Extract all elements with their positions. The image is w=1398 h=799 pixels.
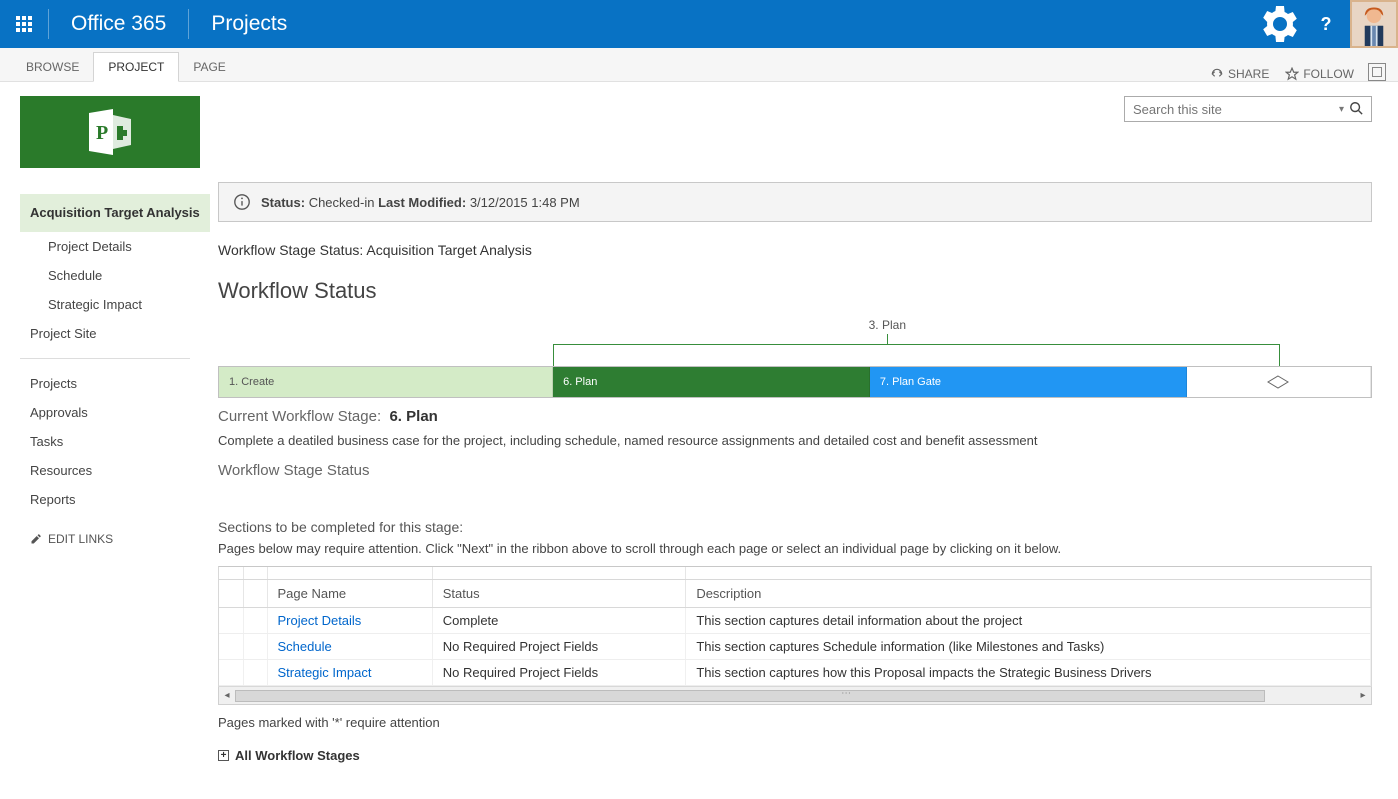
help-icon[interactable]: ? — [1302, 0, 1350, 48]
search-scope-dropdown-icon[interactable]: ▾ — [1339, 104, 1349, 115]
main-content: ▾ Status: Checked-in Last Modified: 3/12… — [210, 82, 1398, 799]
app-name-label[interactable]: Projects — [189, 12, 309, 36]
svg-text:P: P — [96, 122, 108, 144]
edit-links-button[interactable]: EDIT LINKS — [20, 526, 210, 552]
share-button[interactable]: SHARE — [1202, 67, 1277, 81]
brand-label[interactable]: Office 365 — [49, 12, 188, 36]
workflow-stage-plan-gate[interactable]: 7. Plan Gate — [870, 367, 1187, 397]
workflow-status-heading: Workflow Status — [218, 278, 1372, 304]
stage-description: Complete a deatiled business case for th… — [218, 433, 1372, 448]
status-bar: Status: Checked-in Last Modified: 3/12/2… — [218, 182, 1372, 222]
info-icon — [233, 193, 251, 211]
table-col-blank — [219, 580, 243, 608]
focus-content-icon[interactable] — [1368, 63, 1386, 81]
page-link-strategic-impact[interactable]: Strategic Impact — [278, 665, 372, 680]
sections-table: Page Name Status Description Project Det… — [219, 567, 1371, 686]
expand-icon: + — [218, 750, 229, 761]
table-row: Strategic Impact No Required Project Fie… — [219, 660, 1371, 686]
current-stage-value: 6. Plan — [389, 408, 437, 425]
search-input[interactable] — [1133, 102, 1339, 117]
page-link-project-details[interactable]: Project Details — [278, 613, 362, 628]
workflow-stage-create[interactable]: 1. Create — [219, 367, 553, 397]
nav-sub-project-details[interactable]: Project Details — [38, 232, 210, 261]
scroll-thumb[interactable] — [235, 690, 1265, 702]
workflow-stage-plan[interactable]: 6. Plan — [553, 367, 870, 397]
nav-current-project[interactable]: Acquisition Target Analysis — [20, 194, 210, 232]
left-column: P Acquisition Target Analysis Project De… — [0, 82, 210, 799]
sections-heading: Sections to be completed for this stage: — [218, 519, 1372, 535]
edit-links-label: EDIT LINKS — [48, 532, 113, 546]
nav-reports[interactable]: Reports — [20, 485, 210, 514]
row-desc: This section captures detail information… — [686, 608, 1371, 634]
search-icon[interactable] — [1349, 101, 1367, 118]
last-modified-label: Last Modified: — [378, 195, 466, 210]
follow-label: FOLLOW — [1303, 67, 1354, 81]
workflow-stage-status-line: Workflow Stage Status: Acquisition Targe… — [218, 242, 1372, 258]
page-link-schedule[interactable]: Schedule — [278, 639, 332, 654]
table-col-description[interactable]: Description — [686, 580, 1371, 608]
workflow-stage-next[interactable] — [1187, 367, 1371, 397]
table-row: Project Details Complete This section ca… — [219, 608, 1371, 634]
sections-footnote: Pages marked with '*' require attention — [218, 715, 1372, 730]
workflow-stages-row: 1. Create 6. Plan 7. Plan Gate — [218, 366, 1372, 398]
workflow-phase-label: 3. Plan — [869, 318, 906, 332]
diamond-icon — [1267, 375, 1289, 389]
status-label: Status: — [261, 195, 305, 210]
follow-button[interactable]: FOLLOW — [1277, 67, 1362, 81]
workflow-phase-stem — [887, 334, 888, 344]
site-logo-project[interactable]: P — [20, 96, 200, 168]
row-desc: This section captures how this Proposal … — [686, 660, 1371, 686]
row-status: Complete — [432, 608, 686, 634]
nav-sub-schedule[interactable]: Schedule — [38, 261, 210, 290]
nav-sub-strategic-impact[interactable]: Strategic Impact — [38, 290, 210, 319]
row-status: No Required Project Fields — [432, 634, 686, 660]
all-workflow-stages-toggle[interactable]: + All Workflow Stages — [218, 748, 1372, 763]
nav-project-site[interactable]: Project Site — [20, 319, 210, 348]
table-col-status[interactable]: Status — [432, 580, 686, 608]
quick-launch-nav: Acquisition Target Analysis Project Deta… — [20, 194, 210, 552]
scroll-left-icon[interactable]: ◂ — [219, 690, 235, 701]
scroll-right-icon[interactable]: ▸ — [1355, 690, 1371, 701]
table-col-blank — [243, 580, 267, 608]
row-desc: This section captures Schedule informati… — [686, 634, 1371, 660]
ribbon-tabs-row: BROWSE PROJECT PAGE SHARE FOLLOW — [0, 48, 1398, 82]
current-stage-line: Current Workflow Stage: 6. Plan — [218, 408, 1372, 425]
nav-divider — [20, 358, 190, 359]
app-launcher-icon[interactable] — [0, 0, 48, 48]
scroll-grip-icon: ⋯ — [841, 688, 851, 699]
horizontal-scrollbar[interactable]: ◂ ⋯ ▸ — [218, 687, 1372, 705]
nav-approvals[interactable]: Approvals — [20, 398, 210, 427]
sections-subtext: Pages below may require attention. Click… — [218, 541, 1372, 556]
status-value: Checked-in — [309, 195, 375, 210]
nav-tasks[interactable]: Tasks — [20, 427, 210, 456]
current-stage-label: Current Workflow Stage: — [218, 408, 381, 425]
table-col-page-name[interactable]: Page Name — [267, 580, 432, 608]
ribbon-tab-browse[interactable]: BROWSE — [12, 53, 93, 81]
all-workflow-stages-label: All Workflow Stages — [235, 748, 360, 763]
workflow-phase-band — [553, 344, 1280, 366]
sections-table-wrap: Page Name Status Description Project Det… — [218, 566, 1372, 687]
ribbon-tab-project[interactable]: PROJECT — [93, 52, 179, 82]
workflow-diagram: 3. Plan 1. Create 6. Plan 7. Plan Gate — [218, 318, 1372, 398]
suite-header: Office 365 Projects ? — [0, 0, 1398, 48]
user-avatar[interactable] — [1350, 0, 1398, 48]
workflow-stage-status-subheading: Workflow Stage Status — [218, 462, 1372, 479]
last-modified-value: 3/12/2015 1:48 PM — [470, 195, 580, 210]
table-row: Schedule No Required Project Fields This… — [219, 634, 1371, 660]
nav-resources[interactable]: Resources — [20, 456, 210, 485]
share-label: SHARE — [1228, 67, 1269, 81]
settings-gear-icon[interactable] — [1254, 0, 1302, 48]
row-status: No Required Project Fields — [432, 660, 686, 686]
nav-projects[interactable]: Projects — [20, 369, 210, 398]
search-box[interactable]: ▾ — [1124, 96, 1372, 122]
ribbon-tab-page[interactable]: PAGE — [179, 53, 239, 81]
